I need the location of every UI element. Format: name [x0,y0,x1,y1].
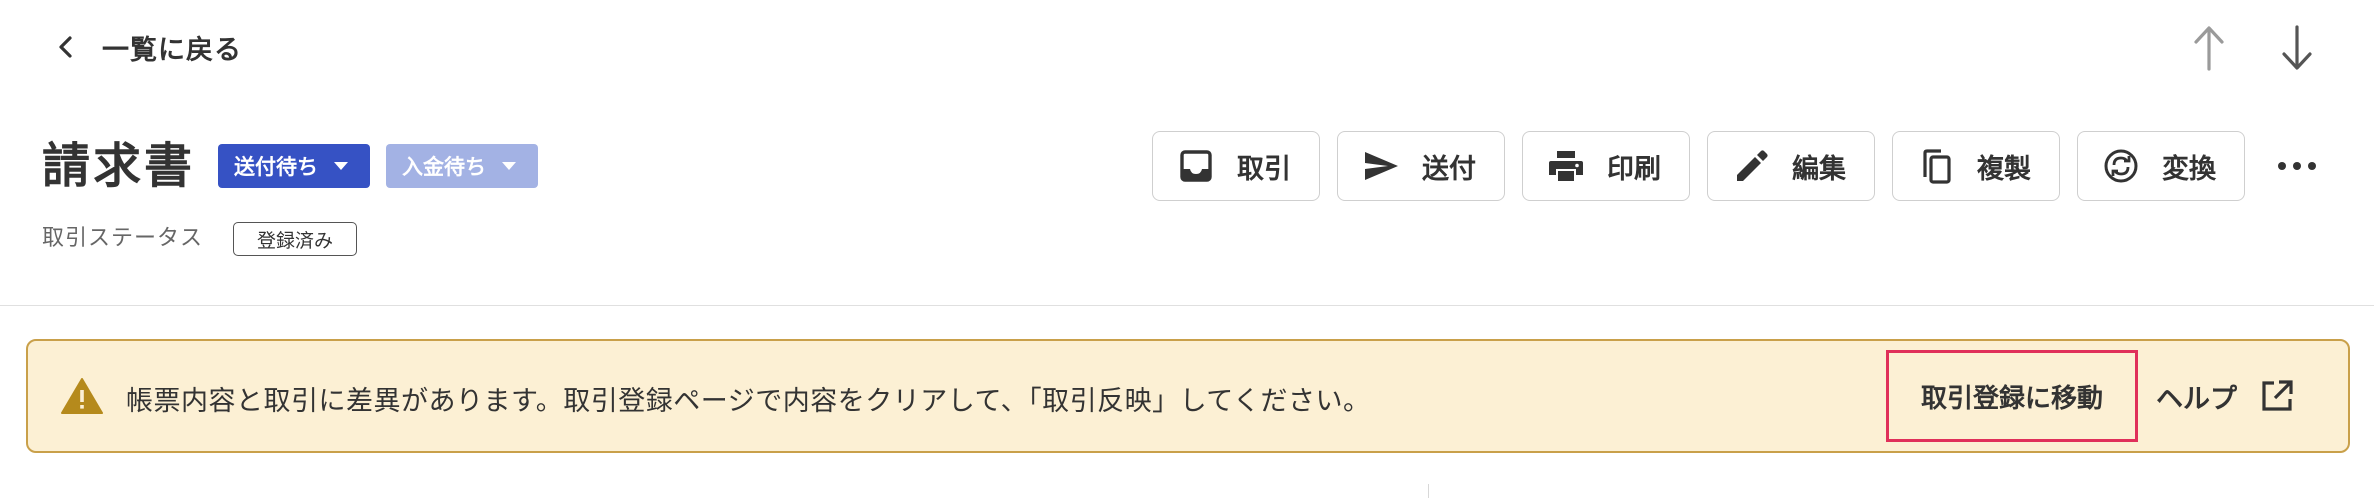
send-status-label: 送付待ち [234,155,318,179]
go-to-deal-registration-button[interactable]: 取引登録に移動 [1886,350,2138,442]
alert-message: 帳票内容と取引に差異があります。取引登録ページで内容をクリアして、「取引反映」し… [126,386,1371,417]
external-link-icon [2262,380,2293,411]
inbox-icon [1180,150,1212,182]
edit-button-label: 編集 [1792,153,1846,185]
deal-button[interactable]: 取引 [1152,131,1320,201]
copy-button-label: 複製 [1977,153,2031,185]
arrow-down-icon [2282,25,2312,70]
print-icon [1549,151,1583,181]
copy-icon [1923,149,1951,184]
convert-button-label: 変換 [2162,153,2216,185]
back-label: 一覧に戻る [102,34,242,66]
caret-down-icon [334,162,348,170]
invoice-detail-page: 一覧に戻る 請求書 送付待ち 入金待ち 取引ステータス 登録済み 取引 送付 印… [0,0,2374,498]
edit-icon [1737,150,1768,181]
caret-down-icon [502,162,516,170]
deal-status-label: 取引ステータス [42,226,204,251]
send-status-dropdown[interactable]: 送付待ち [218,144,370,188]
print-button[interactable]: 印刷 [1522,131,1690,201]
deal-button-label: 取引 [1237,153,1291,185]
send-button-label: 送付 [1422,153,1476,185]
page-title: 請求書 [42,138,196,194]
arrow-up-icon [2194,26,2224,71]
print-button-label: 印刷 [1607,153,1661,185]
dot-icon [2308,162,2316,170]
copy-button[interactable]: 複製 [1892,131,2060,201]
send-icon [1365,152,1398,180]
help-label: ヘルプ [2156,383,2237,415]
header-divider [0,305,2374,306]
help-link[interactable]: ヘルプ [2156,371,2295,421]
more-options-button[interactable] [2278,148,2316,184]
edit-button[interactable]: 編集 [1707,131,1875,201]
deal-status-badge: 登録済み [233,222,357,256]
back-to-list-link[interactable]: 一覧に戻る [50,22,242,72]
payment-status-dropdown[interactable]: 入金待ち [386,144,538,188]
convert-icon [2104,149,2138,183]
previous-record-button[interactable] [2184,20,2234,76]
mismatch-alert: 帳票内容と取引に差異があります。取引登録ページで内容をクリアして、「取引反映」し… [26,339,2350,453]
dot-icon [2278,162,2286,170]
convert-button[interactable]: 変換 [2077,131,2245,201]
warning-icon [61,378,103,414]
chevron-left-icon [59,36,72,58]
content-divider [1428,484,1429,498]
dot-icon [2293,162,2301,170]
send-button[interactable]: 送付 [1337,131,1505,201]
payment-status-label: 入金待ち [402,155,486,179]
next-record-button[interactable] [2272,20,2322,76]
